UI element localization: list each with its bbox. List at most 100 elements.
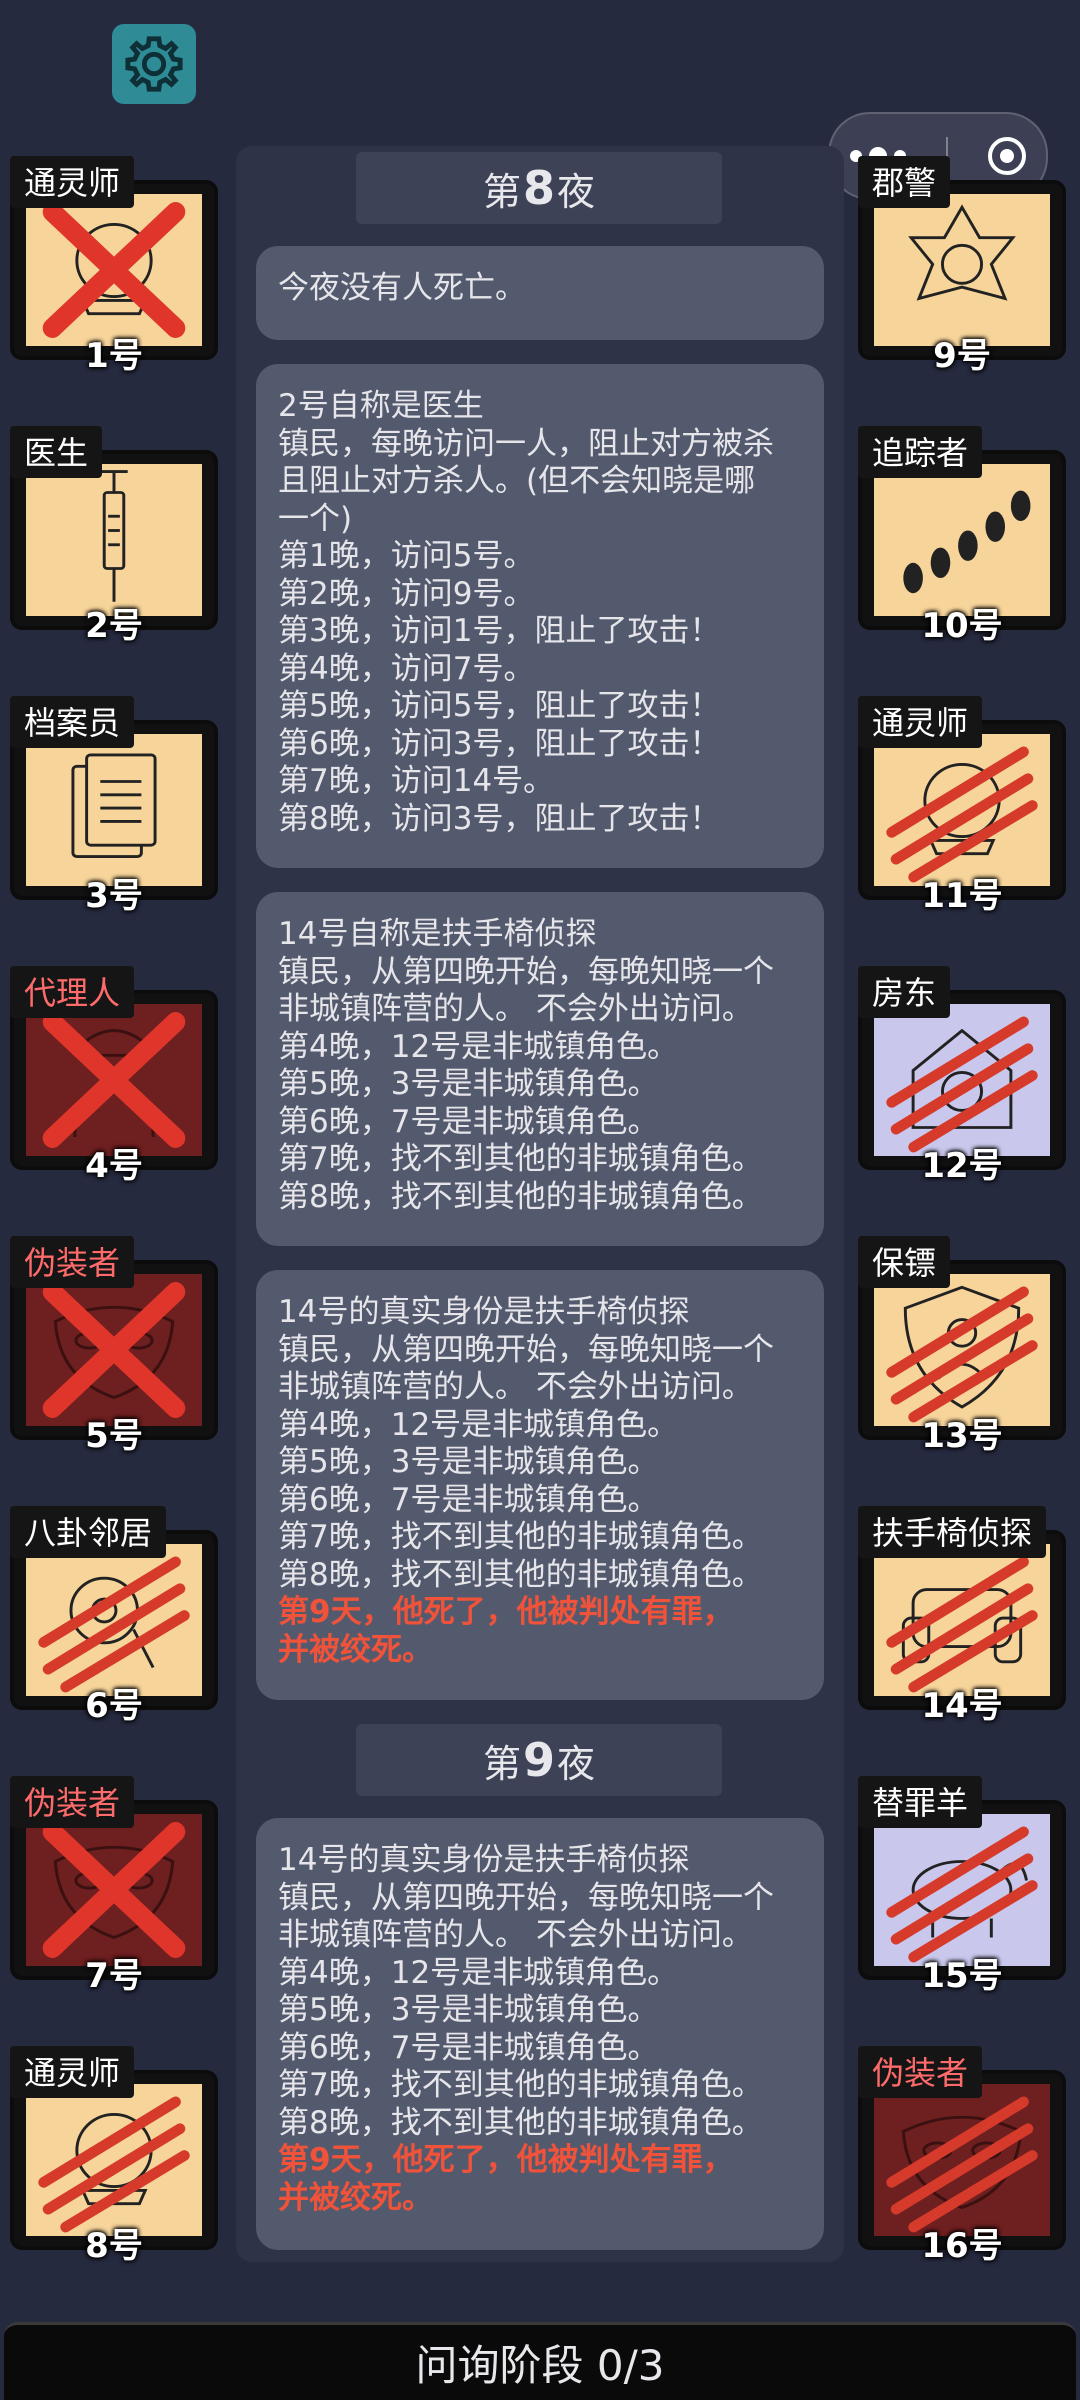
- verdict-line: 第9天，他死了，他被判处有罪，: [278, 2142, 734, 2178]
- player-number: 11号: [921, 876, 1003, 916]
- player-number: 15号: [921, 1956, 1003, 1996]
- message-line: 今夜没有人死亡。: [278, 270, 526, 306]
- death-x-icon: [42, 1012, 186, 1148]
- settings-button[interactable]: [112, 24, 196, 104]
- player-card-9[interactable]: 郡警 9号: [858, 148, 1070, 376]
- message-line: 一个): [278, 500, 353, 537]
- death-x-icon: [42, 1822, 186, 1958]
- claw-scratch-icon: [886, 2096, 1038, 2233]
- message-line: 第7晚，找不到其他的非城镇角色。: [278, 1519, 763, 1555]
- role-label: 通灵师: [10, 156, 135, 208]
- player-card-2[interactable]: 医生 2号: [10, 418, 222, 646]
- claw-scratch-icon: [38, 2096, 190, 2233]
- message-line: 2号自称是医生: [278, 388, 484, 424]
- role-label: 医生: [10, 426, 103, 478]
- message-line: 第8晚，找不到其他的非城镇角色。: [278, 1178, 763, 1215]
- player-number: 4号: [85, 1146, 143, 1186]
- player-card-13[interactable]: 保镖 13号: [858, 1228, 1070, 1456]
- role-label: 扶手椅侦探: [858, 1506, 1047, 1558]
- player-card-4[interactable]: 代理人 4号: [10, 958, 222, 1186]
- message-line: 第7晚，访问14号。: [278, 763, 555, 799]
- role-label: 通灵师: [858, 696, 983, 748]
- role-label: 房东: [858, 966, 951, 1018]
- message-line: 第5晚，访问5号，阻止了攻击！: [278, 688, 721, 724]
- message-card: 2号自称是医生 镇民，每晚访问一人，阻止对方被杀 且阻止对方杀人。(但不会知晓是哪一…: [256, 364, 824, 868]
- role-label: 伪装者: [10, 1236, 135, 1288]
- player-number: 14号: [921, 1686, 1003, 1726]
- player-number: 8号: [85, 2226, 143, 2266]
- message-line: 第5晚，3号是非城镇角色。: [278, 1444, 659, 1480]
- message-line: 14号自称是扶手椅侦探: [278, 916, 597, 952]
- role-label: 保镖: [858, 1236, 951, 1288]
- message-card: 14号自称是扶手椅侦探 镇民，从第四晚开始，每晚知晓一个 非城镇阵营的人。 不会外出…: [256, 892, 824, 1246]
- claw-scratch-icon: [886, 1826, 1038, 1963]
- no-overlay: [874, 194, 1050, 346]
- no-overlay: [26, 464, 202, 616]
- player-card-11[interactable]: 通灵师 11号: [858, 688, 1070, 916]
- player-number: 2号: [85, 606, 143, 646]
- message-line: 非城镇阵营的人。 不会外出访问。: [278, 991, 753, 1027]
- message-card: 今夜没有人死亡。: [256, 246, 824, 340]
- player-portrait: [26, 2084, 202, 2236]
- claw-scratch-icon: [886, 1286, 1038, 1423]
- night-header: 第 8 夜: [356, 152, 722, 224]
- player-portrait: [26, 1544, 202, 1696]
- player-card-1[interactable]: 通灵师 1号: [10, 148, 222, 376]
- player-portrait: [874, 1814, 1050, 1966]
- player-card-12[interactable]: 房东 12号: [858, 958, 1070, 1186]
- player-number: 10号: [921, 606, 1003, 646]
- message-line: 第8晚，找不到其他的非城镇角色。: [278, 1556, 763, 1593]
- verdict-line: 并被绞死。: [278, 2179, 433, 2216]
- player-number: 3号: [85, 876, 143, 916]
- message-line: 第4晚，访问7号。: [278, 650, 535, 687]
- role-label: 郡警: [858, 156, 951, 208]
- player-portrait: [874, 194, 1050, 346]
- player-card-10[interactable]: 追踪者 10号: [858, 418, 1070, 646]
- player-card-6[interactable]: 八卦邻居 6号: [10, 1498, 222, 1726]
- message-line: 第4晚，12号是非城镇角色。: [278, 1406, 679, 1443]
- player-portrait: [874, 464, 1050, 616]
- player-card-14[interactable]: 扶手椅侦探 14号: [858, 1498, 1070, 1726]
- message-line: 第6晚，7号是非城镇角色。: [278, 1481, 659, 1518]
- message-line: 非城镇阵营的人。 不会外出访问。: [278, 1917, 753, 1953]
- message-line: 非城镇阵营的人。 不会外出访问。: [278, 1369, 753, 1405]
- message-line: 第5晚，3号是非城镇角色。: [278, 1992, 659, 2028]
- player-card-15[interactable]: 替罪羊 15号: [858, 1768, 1070, 1996]
- role-label: 伪装者: [858, 2046, 983, 2098]
- player-number: 1号: [85, 336, 143, 376]
- phase-bar: 问询阶段 0/3: [4, 2322, 1076, 2400]
- claw-scratch-icon: [886, 1556, 1038, 1693]
- message-line: 第4晚，12号是非城镇角色。: [278, 1028, 679, 1065]
- message-line: 第4晚，12号是非城镇角色。: [278, 1954, 679, 1991]
- claw-scratch-icon: [886, 1016, 1038, 1153]
- player-portrait: [26, 194, 202, 346]
- message-line: 第8晚，找不到其他的非城镇角色。: [278, 2104, 763, 2141]
- player-number: 16号: [921, 2226, 1003, 2266]
- night-suffix: 夜: [557, 1741, 596, 1786]
- message-line: 第5晚，3号是非城镇角色。: [278, 1066, 659, 1102]
- message-line: 第7晚，找不到其他的非城镇角色。: [278, 1141, 763, 1177]
- phase-label: 问询阶段 0/3: [415, 2341, 665, 2390]
- message-line: 14号的真实身份是扶手椅侦探: [278, 1842, 690, 1878]
- player-portrait: [26, 734, 202, 886]
- role-label: 通灵师: [10, 2046, 135, 2098]
- player-card-3[interactable]: 档案员 3号: [10, 688, 222, 916]
- message-line: 第1晚，访问5号。: [278, 538, 535, 574]
- player-card-7[interactable]: 伪装者 7号: [10, 1768, 222, 1996]
- night-number: 9: [522, 1733, 555, 1787]
- role-label: 伪装者: [10, 1776, 135, 1828]
- message-card: 14号的真实身份是扶手椅侦探 镇民，从第四晚开始，每晚知晓一个 非城镇阵营的人。 不…: [256, 1818, 824, 2250]
- night-header: 第 9 夜: [356, 1724, 722, 1796]
- player-card-16[interactable]: 伪装者 16号: [858, 2038, 1070, 2266]
- player-number: 6号: [85, 1686, 143, 1726]
- role-label: 八卦邻居: [10, 1506, 167, 1558]
- message-line: 第2晚，访问9号。: [278, 575, 535, 612]
- player-card-5[interactable]: 伪装者 5号: [10, 1228, 222, 1456]
- message-line: 第3晚，访问1号，阻止了攻击！: [278, 613, 721, 649]
- player-portrait: [874, 2084, 1050, 2236]
- no-overlay: [874, 464, 1050, 616]
- night-suffix: 夜: [557, 169, 596, 214]
- death-x-icon: [42, 1282, 186, 1418]
- player-portrait: [874, 1004, 1050, 1156]
- player-card-8[interactable]: 通灵师 8号: [10, 2038, 222, 2266]
